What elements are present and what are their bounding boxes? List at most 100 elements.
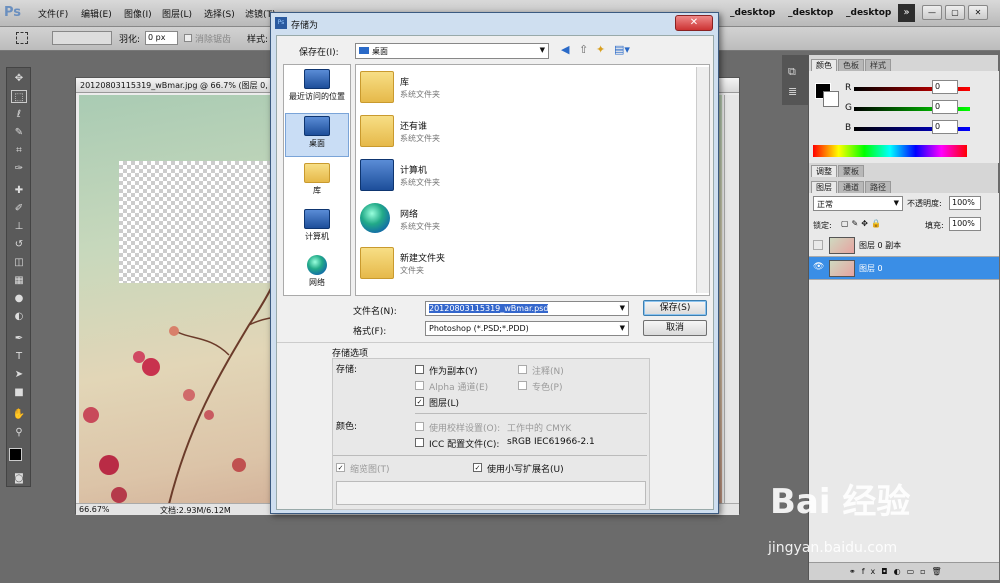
workspace-desktop-2[interactable]: _desktop	[788, 8, 833, 18]
blur-icon[interactable]: ●	[11, 292, 27, 305]
quick-select-icon[interactable]: ✎	[11, 126, 27, 139]
type-tool-icon[interactable]: T	[11, 350, 27, 363]
healing-brush-icon[interactable]: ✚	[11, 184, 27, 197]
history-panel-icon[interactable]: ⧉	[788, 65, 796, 79]
workspace-desktop-3[interactable]: _desktop	[846, 8, 891, 18]
b-value-input[interactable]: 0	[932, 120, 958, 134]
tab-paths[interactable]: 路径	[865, 181, 891, 193]
actions-panel-icon[interactable]: ≣	[788, 85, 797, 98]
format-select[interactable]: Photoshop (*.PSD;*.PDD) ▼	[425, 321, 629, 336]
zoom-tool-icon[interactable]: ⚲	[11, 426, 27, 439]
close-icon[interactable]: ✕	[968, 5, 988, 20]
marquee-tool-icon[interactable]: ⬚	[11, 90, 27, 103]
list-item[interactable]: 计算机 系统文件夹	[360, 157, 560, 199]
workspace-desktop-1[interactable]: _desktop	[730, 8, 775, 18]
g-value-input[interactable]: 0	[932, 100, 958, 114]
layer-name[interactable]: 图层 0 副本	[859, 240, 901, 251]
layer-row-selected[interactable]: 👁 图层 0	[809, 257, 999, 280]
library-icon	[304, 163, 330, 183]
pen-tool-icon[interactable]: ✒	[11, 332, 27, 345]
tab-layers[interactable]: 图层	[811, 181, 837, 193]
more-workspaces-button[interactable]: »	[898, 4, 915, 22]
list-item[interactable]: 新建文件夹 文件夹	[360, 245, 560, 287]
tab-adjustments[interactable]: 调整	[811, 165, 837, 177]
tab-color[interactable]: 颜色	[811, 59, 837, 71]
new-folder-icon[interactable]: ✦	[596, 43, 605, 56]
path-select-icon[interactable]: ➤	[11, 368, 27, 381]
place-network[interactable]: 网络	[285, 253, 349, 297]
tab-styles[interactable]: 样式	[865, 59, 891, 71]
proof-checkbox[interactable]	[415, 422, 424, 431]
quick-mask-icon[interactable]: ◙	[11, 472, 27, 485]
tab-swatches[interactable]: 色板	[838, 59, 864, 71]
place-desktop[interactable]: 桌面	[285, 113, 349, 157]
list-item[interactable]: 网络 系统文件夹	[360, 201, 560, 243]
lowercase-checkbox[interactable]: ✓	[473, 463, 482, 472]
up-folder-icon[interactable]: ⇧	[579, 43, 588, 56]
thumbnail-checkbox[interactable]: ✓	[336, 463, 345, 472]
spot-checkbox[interactable]	[518, 381, 527, 390]
notes-checkbox[interactable]	[518, 365, 527, 374]
menu-layer[interactable]: 图层(L)	[162, 7, 192, 20]
lasso-tool-icon[interactable]: ℓ	[11, 108, 27, 121]
layers-checkbox[interactable]: ✓	[415, 397, 424, 406]
antialias-checkbox[interactable]	[184, 34, 192, 42]
shape-tool-icon[interactable]: ■	[11, 386, 27, 399]
eraser-icon[interactable]: ◫	[11, 256, 27, 269]
place-computer[interactable]: 计算机	[285, 207, 349, 251]
format-label: 格式(F):	[353, 327, 387, 337]
layer-row[interactable]: 图层 0 副本	[809, 234, 999, 257]
dodge-icon[interactable]: ◐	[11, 310, 27, 323]
layer-name[interactable]: 图层 0	[859, 263, 883, 274]
icc-checkbox[interactable]	[415, 438, 424, 447]
marquee-tool-icon[interactable]	[16, 32, 28, 44]
fill-input[interactable]: 100%	[949, 217, 981, 231]
foreground-color-swatch[interactable]	[9, 448, 22, 461]
history-brush-icon[interactable]: ↺	[11, 238, 27, 251]
menu-file[interactable]: 文件(F)	[38, 7, 68, 20]
clone-stamp-icon[interactable]: ⊥	[11, 220, 27, 233]
save-in-select[interactable]: 桌面 ▼	[355, 43, 549, 59]
view-menu-icon[interactable]: ▤▾	[614, 43, 630, 56]
r-value-input[interactable]: 0	[932, 80, 958, 94]
baidu-jingyan-logo: Bai 经验	[770, 482, 911, 522]
alpha-checkbox[interactable]	[415, 381, 424, 390]
tab-channels[interactable]: 通道	[838, 181, 864, 193]
save-button[interactable]: 保存(S)	[643, 300, 707, 316]
filename-input[interactable]: 20120803115319_wBmar.psd ▼	[425, 301, 629, 316]
document-vertical-scrollbar[interactable]	[724, 95, 739, 503]
minimize-icon[interactable]: —	[922, 5, 942, 20]
feather-input[interactable]: 0 px	[145, 31, 178, 45]
blend-mode-select[interactable]: 正常 ▼	[813, 196, 903, 211]
opacity-input[interactable]: 100%	[949, 196, 981, 210]
eyedropper-icon[interactable]: ✑	[11, 162, 27, 175]
cancel-button[interactable]: 取消	[643, 320, 707, 336]
restore-icon[interactable]: ▢	[945, 5, 965, 20]
place-recent[interactable]: 最近访问的位置	[285, 67, 349, 111]
list-item[interactable]: 还有谁 系统文件夹	[360, 113, 560, 155]
lock-icons[interactable]: ▢✎✥🔒	[841, 219, 884, 228]
tab-masks[interactable]: 蒙板	[838, 165, 864, 177]
file-list-scrollbar[interactable]	[696, 67, 709, 293]
zoom-level[interactable]: 66.67%	[79, 505, 110, 514]
background-swatch[interactable]	[823, 91, 839, 107]
place-library[interactable]: 库	[285, 161, 349, 205]
antialias-label: 消除锯齿	[195, 35, 232, 45]
menu-image[interactable]: 图像(I)	[124, 7, 152, 20]
as-copy-checkbox[interactable]	[415, 365, 424, 374]
crop-tool-icon[interactable]: ⌗	[11, 144, 27, 157]
document-size: 文档:2.93M/6.12M	[160, 506, 231, 515]
list-item[interactable]: 库系统文件夹	[360, 69, 560, 111]
dialog-close-button[interactable]: ✕	[675, 15, 713, 31]
selection-mode-icons[interactable]	[52, 31, 112, 45]
brush-tool-icon[interactable]: ✐	[11, 202, 27, 215]
menu-select[interactable]: 选择(S)	[204, 7, 235, 20]
menu-edit[interactable]: 编辑(E)	[81, 7, 112, 20]
back-icon[interactable]: ◀	[561, 43, 569, 56]
eye-icon[interactable]: 👁	[813, 262, 824, 272]
move-tool-icon[interactable]: ✥	[11, 72, 27, 85]
hand-tool-icon[interactable]: ✋	[11, 408, 27, 421]
gradient-icon[interactable]: ▦	[11, 274, 27, 287]
color-spectrum[interactable]	[813, 145, 967, 157]
visibility-toggle[interactable]	[813, 240, 823, 250]
